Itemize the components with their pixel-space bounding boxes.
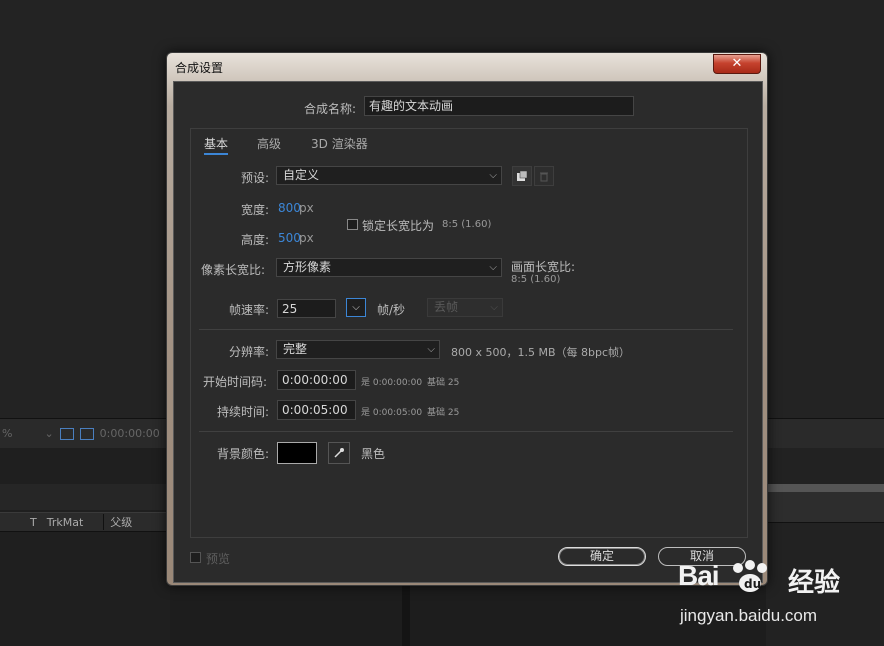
save-preset-icon [517, 170, 528, 181]
save-preset-button[interactable] [512, 166, 532, 186]
tab-basic[interactable]: 基本 [204, 135, 229, 155]
duration-input[interactable]: 0:00:05:00 [277, 400, 356, 420]
chevron-down-icon: ⌵ [427, 344, 435, 355]
preview-checkbox[interactable] [190, 552, 201, 563]
bg-color-label: 背景颜色: [217, 447, 270, 461]
tab-advanced[interactable]: 高级 [257, 135, 281, 152]
dialog-body: 合成名称: 有趣的文本动画 基本 高级 3D 渲染器 预设: 自定义 ⌵ 宽度:… [173, 81, 763, 583]
lock-aspect-label: 锁定长宽比为 [362, 219, 435, 233]
delete-preset-button[interactable] [534, 166, 554, 186]
width-label: 宽度: [241, 203, 270, 217]
height-value[interactable]: 500 [278, 231, 301, 245]
timeline-strip [0, 484, 170, 510]
lock-aspect-ratio: 8:5 (1.60) [442, 219, 492, 230]
start-timecode-base: 基础 25 [427, 378, 460, 388]
camera-icon[interactable] [79, 427, 94, 440]
close-button[interactable]: ✕ [713, 54, 761, 74]
chevron-down-icon: ⌄ [44, 427, 54, 440]
col-parent: 父级 [103, 514, 132, 530]
panel-divider[interactable] [402, 584, 410, 646]
work-area-bar [766, 484, 884, 492]
bg-color-swatch[interactable] [277, 442, 317, 464]
width-value[interactable]: 800 [278, 201, 301, 215]
watermark-url: jingyan.baidu.com [680, 606, 818, 625]
duration-base: 基础 25 [427, 408, 460, 418]
watermark-brand-cn: 经验 [788, 568, 841, 598]
start-timecode-label: 开始时间码: [203, 375, 268, 389]
eyedropper-icon [334, 448, 344, 458]
time-ruler [766, 492, 884, 523]
bg-color-name: 黑色 [361, 447, 386, 461]
eyedropper-button[interactable] [328, 442, 350, 464]
divider [199, 431, 733, 432]
trash-icon [540, 172, 548, 181]
paw-logo-icon: du [733, 560, 767, 592]
tab-3d-renderer[interactable]: 3D 渲染器 [311, 135, 368, 152]
timeline-panel: T TrkMat 父级 [0, 448, 170, 646]
start-timecode-input[interactable]: 0:00:00:00 [277, 370, 356, 390]
drop-frame-dropdown: 丢帧 ⌵ [427, 298, 503, 317]
frame-rate-input[interactable]: 25 [277, 299, 336, 318]
preset-label: 预设: [241, 171, 270, 185]
height-label: 高度: [241, 233, 270, 247]
duration-label: 持续时间: [217, 405, 270, 419]
preset-dropdown[interactable]: 自定义 ⌵ [276, 166, 502, 185]
height-unit: px [299, 231, 314, 245]
divider [199, 329, 733, 330]
preset-value: 自定义 [283, 168, 320, 182]
drop-frame-value: 丢帧 [434, 300, 459, 314]
pixel-aspect-dropdown[interactable]: 方形像素 ⌵ [276, 258, 502, 277]
chevron-down-icon: ⌵ [489, 262, 497, 273]
resolution-dropdown[interactable]: 完整 ⌵ [276, 340, 440, 359]
frame-rate-dropdown[interactable]: ⌵ [346, 298, 366, 317]
comp-name-input[interactable]: 有趣的文本动画 [364, 96, 634, 116]
watermark-brand: Bai [678, 560, 720, 591]
bottom-panel [170, 584, 766, 646]
frame-aspect-value: 8:5 (1.60) [511, 274, 561, 285]
col-trkmat: TrkMat [46, 515, 84, 529]
duration-note: 是 0:00:05:00 [361, 408, 423, 418]
width-unit: px [299, 201, 314, 215]
frame-rate-label: 帧速率: [229, 303, 270, 317]
composition-settings-dialog: 合成设置 ✕ 合成名称: 有趣的文本动画 基本 高级 3D 渲染器 预设: 自定… [166, 52, 768, 586]
settings-tabs: 基本 高级 3D 渲染器 预设: 自定义 ⌵ 宽度: 800 px 高度: 50… [190, 128, 748, 538]
pixel-aspect-label: 像素长宽比: [201, 263, 266, 277]
zoom-suffix: % [2, 427, 13, 440]
frame-rate-unit: 帧/秒 [377, 303, 406, 317]
bg-right-toolbar [766, 418, 884, 449]
close-icon: ✕ [731, 56, 743, 71]
start-timecode-note: 是 0:00:00:00 [361, 378, 423, 388]
resolution-value: 完整 [283, 342, 308, 356]
titlebar[interactable]: 合成设置 ✕ [167, 53, 767, 81]
resolution-info: 800 x 500，1.5 MB（每 8bpc帧） [451, 346, 631, 359]
resolution-label: 分辨率: [229, 345, 270, 359]
timeline-header: T TrkMat 父级 [0, 512, 170, 532]
snapshot-icon[interactable] [59, 427, 74, 440]
chevron-down-icon: ⌵ [489, 170, 497, 181]
bg-left-toolbar: % ⌄ 0:00:00:00 [0, 418, 170, 448]
lock-aspect-checkbox[interactable] [347, 219, 358, 230]
dialog-title: 合成设置 [175, 61, 224, 75]
chevron-down-icon: ⌵ [490, 302, 498, 313]
svg-text:du: du [744, 577, 761, 591]
ok-button[interactable]: 确定 [558, 547, 646, 566]
preview-label: 预览 [206, 552, 231, 566]
frame-aspect-label: 画面长宽比: [511, 260, 576, 274]
col-t: T [30, 515, 37, 529]
chevron-down-icon: ⌵ [352, 302, 360, 313]
bg-timecode: 0:00:00:00 [99, 427, 160, 440]
baidu-jingyan-watermark: Bai du 经验 jingyan.baidu.com [678, 560, 878, 640]
pixel-aspect-value: 方形像素 [283, 260, 332, 274]
comp-name-label: 合成名称: [304, 102, 357, 116]
